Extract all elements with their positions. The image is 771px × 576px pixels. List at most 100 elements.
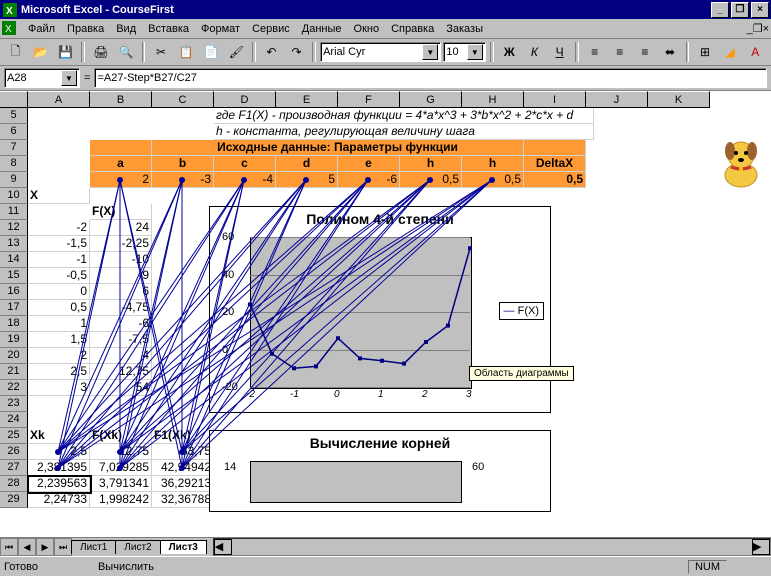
row-header-5[interactable]: 5 — [0, 108, 28, 124]
format-painter-button[interactable]: 🖌 — [225, 40, 248, 64]
cell-B17[interactable]: -4,75 — [90, 300, 152, 316]
align-left-button[interactable]: ≡ — [583, 40, 606, 64]
bold-button[interactable]: Ж — [498, 40, 521, 64]
cell-B18[interactable]: -6 — [90, 316, 152, 332]
cell-B20[interactable]: 4 — [90, 348, 152, 364]
cell-A25[interactable]: Xk — [28, 428, 90, 444]
font-size-combo[interactable]: 10▼ — [443, 42, 486, 62]
row-header-28[interactable]: 28 — [0, 476, 28, 492]
save-button[interactable]: 💾 — [54, 40, 77, 64]
row-header-6[interactable]: 6 — [0, 124, 28, 140]
cell-A12[interactable]: -2 — [28, 220, 90, 236]
preview-button[interactable]: 🔍 — [114, 40, 137, 64]
sheet-tab-1[interactable]: Лист1 — [71, 540, 116, 554]
menu-format[interactable]: Формат — [195, 21, 246, 37]
cell-A10[interactable]: X — [28, 188, 90, 204]
copy-button[interactable]: 📋 — [175, 40, 198, 64]
row-header-24[interactable]: 24 — [0, 412, 28, 428]
tab-nav-prev[interactable]: ◀ — [18, 538, 36, 556]
row-header-13[interactable]: 13 — [0, 236, 28, 252]
close-button[interactable]: × — [751, 2, 769, 18]
cell-B28[interactable]: 3,791341 — [90, 476, 152, 492]
col-header-C[interactable]: C — [152, 91, 214, 108]
cell-E9[interactable]: 5 — [276, 172, 338, 188]
tab-nav-next[interactable]: ▶ — [36, 538, 54, 556]
cell-B19[interactable]: -7,5 — [90, 332, 152, 348]
cells-area[interactable]: где F1(X) - производная функции = 4*a*x^… — [28, 108, 771, 537]
cell-A27[interactable]: 2,381395 — [28, 460, 90, 476]
tab-nav-last[interactable]: ⏭ — [54, 538, 72, 556]
chart-polynomial[interactable]: Полином 4-й степени-200204060-2-10123— F… — [209, 206, 551, 413]
underline-button[interactable]: Ч — [548, 40, 571, 64]
worksheet-grid[interactable]: ABCDEFGHIJK 5678910111213141516171819202… — [0, 91, 771, 537]
cell-B29[interactable]: 1,998242 — [90, 492, 152, 508]
cell-B21[interactable]: 12,75 — [90, 364, 152, 380]
menu-window[interactable]: Окно — [348, 21, 386, 37]
menu-edit[interactable]: Правка — [61, 21, 110, 37]
cell-G8[interactable]: h — [400, 156, 462, 172]
doc-close-button[interactable]: × — [763, 23, 769, 35]
cut-button[interactable]: ✂ — [149, 40, 172, 64]
cell-F9[interactable]: -6 — [338, 172, 400, 188]
cell-A20[interactable]: 2 — [28, 348, 90, 364]
row-header-23[interactable]: 23 — [0, 396, 28, 412]
italic-button[interactable]: К — [523, 40, 546, 64]
col-header-I[interactable]: I — [524, 91, 586, 108]
row-header-17[interactable]: 17 — [0, 300, 28, 316]
row-header-21[interactable]: 21 — [0, 364, 28, 380]
redo-button[interactable]: ↷ — [285, 40, 308, 64]
minimize-button[interactable]: _ — [711, 2, 729, 18]
cell-B15[interactable]: -9 — [90, 268, 152, 284]
cell-A16[interactable]: 0 — [28, 284, 90, 300]
paste-button[interactable]: 📄 — [200, 40, 223, 64]
cell-C28[interactable]: 36,29213 — [152, 476, 214, 492]
chevron-down-icon[interactable]: ▼ — [467, 44, 483, 60]
cell-C27[interactable]: 42,94942 — [152, 460, 214, 476]
row-header-27[interactable]: 27 — [0, 460, 28, 476]
cell-A22[interactable]: 3 — [28, 380, 90, 396]
cell-B13[interactable]: -2,25 — [90, 236, 152, 252]
cell-B9[interactable]: 2 — [90, 172, 152, 188]
cell-A21[interactable]: 2,5 — [28, 364, 90, 380]
cell-A14[interactable]: -1 — [28, 252, 90, 268]
row-header-11[interactable]: 11 — [0, 204, 28, 220]
row-header-25[interactable]: 25 — [0, 428, 28, 444]
sheet-tab-2[interactable]: Лист2 — [115, 540, 160, 554]
cell-C8[interactable]: b — [152, 156, 214, 172]
chart-roots[interactable]: Вычисление корней1460 — [209, 430, 551, 512]
col-header-B[interactable]: B — [90, 91, 152, 108]
cell-A28[interactable]: 2,239563 — [28, 476, 90, 492]
menu-file[interactable]: Файл — [22, 21, 61, 37]
col-header-E[interactable]: E — [276, 91, 338, 108]
cell-I7[interactable] — [524, 140, 586, 156]
cell-D8[interactable]: c — [214, 156, 276, 172]
font-color-button[interactable]: A — [744, 40, 767, 64]
menu-insert[interactable]: Вставка — [142, 21, 195, 37]
formula-input[interactable]: =A27-Step*B27/C27 — [94, 68, 767, 88]
menu-data[interactable]: Данные — [296, 21, 348, 37]
cell-D6[interactable]: h - константа, регулирующая величину шаг… — [214, 124, 594, 140]
font-name-combo[interactable]: Arial Cyr▼ — [320, 42, 441, 62]
cell-A17[interactable]: 0,5 — [28, 300, 90, 316]
col-header-H[interactable]: H — [462, 91, 524, 108]
cell-D9[interactable]: -4 — [214, 172, 276, 188]
align-center-button[interactable]: ≡ — [608, 40, 631, 64]
cell-A29[interactable]: 2,24733 — [28, 492, 90, 508]
cell-A19[interactable]: 1,5 — [28, 332, 90, 348]
col-header-A[interactable]: A — [28, 91, 90, 108]
cell-H8[interactable]: h — [462, 156, 524, 172]
cell-B22[interactable]: 54 — [90, 380, 152, 396]
cell-B14[interactable]: -10 — [90, 252, 152, 268]
col-header-G[interactable]: G — [400, 91, 462, 108]
cell-E8[interactable]: d — [276, 156, 338, 172]
cell-D5[interactable]: где F1(X) - производная функции = 4*a*x^… — [214, 108, 594, 124]
cell-B11[interactable]: F(X) — [90, 204, 152, 220]
cell-H9[interactable]: 0,5 — [462, 172, 524, 188]
cell-F8[interactable]: e — [338, 156, 400, 172]
sheet-tab-3[interactable]: Лист3 — [160, 540, 207, 554]
cell-B27[interactable]: 7,029285 — [90, 460, 152, 476]
cell-C9[interactable]: -3 — [152, 172, 214, 188]
col-header-K[interactable]: K — [648, 91, 710, 108]
align-right-button[interactable]: ≡ — [633, 40, 656, 64]
merge-button[interactable]: ⬌ — [658, 40, 681, 64]
